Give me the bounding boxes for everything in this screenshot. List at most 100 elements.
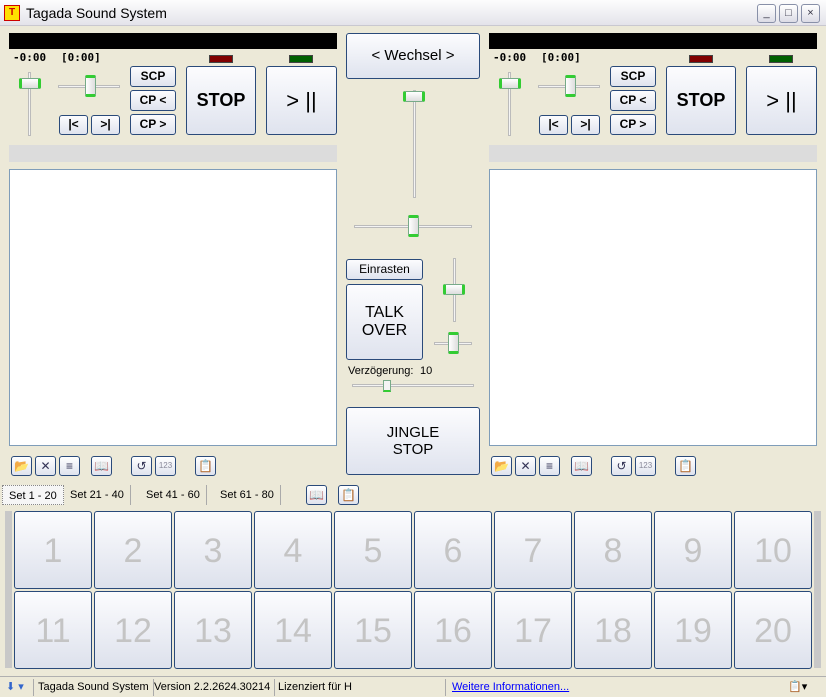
next-button[interactable]: >|: [91, 115, 120, 135]
tab-set-2[interactable]: Set 21 - 40: [64, 485, 131, 505]
talk-over-button[interactable]: TALK OVER: [346, 284, 423, 360]
slider-thumb[interactable]: [383, 380, 391, 392]
jingle-button[interactable]: 8: [574, 511, 652, 589]
title-bar: T Tagada Sound System _ □ ×: [0, 0, 826, 26]
jingle-button[interactable]: 6: [414, 511, 492, 589]
stop-led: [689, 55, 713, 63]
progress-bar: [489, 145, 817, 162]
app-logo-icon: T: [4, 5, 20, 21]
total-time: [0:00]: [541, 51, 581, 64]
jingle-button[interactable]: 2: [94, 511, 172, 589]
stop-button[interactable]: STOP: [666, 66, 736, 135]
slider-thumb[interactable]: [19, 78, 41, 89]
maximize-button[interactable]: □: [779, 4, 798, 23]
window-title: Tagada Sound System: [26, 5, 167, 21]
more-info-link[interactable]: Weitere Informationen...: [448, 679, 573, 696]
crossfade-vertical-slider[interactable]: [413, 90, 416, 198]
tab-set-3[interactable]: Set 41 - 60: [140, 485, 207, 505]
properties-icon[interactable]: 📋: [195, 456, 216, 476]
jingle-button[interactable]: 13: [174, 591, 252, 669]
repeat-icon[interactable]: ↺: [611, 456, 632, 476]
play-led: [769, 55, 793, 63]
minimize-button[interactable]: _: [757, 4, 776, 23]
book-icon[interactable]: 📖: [306, 485, 327, 505]
stop-led: [209, 55, 233, 63]
jingle-stop-button[interactable]: JINGLE STOP: [346, 407, 480, 475]
jingle-button[interactable]: 3: [174, 511, 252, 589]
slider-thumb[interactable]: [565, 75, 576, 97]
download-dropdown-icon[interactable]: ⬇ ▾: [2, 679, 34, 696]
play-pause-button[interactable]: > ||: [266, 66, 337, 135]
close-button[interactable]: ×: [801, 4, 820, 23]
remaining-time: -0:00: [13, 51, 47, 64]
previous-button[interactable]: |<: [59, 115, 88, 135]
repeat-icon[interactable]: ↺: [131, 456, 152, 476]
open-folder-icon[interactable]: 📂: [11, 456, 32, 476]
jingle-button[interactable]: 16: [414, 591, 492, 669]
status-bar: ⬇ ▾ Tagada Sound System Version 2.2.2624…: [0, 676, 826, 697]
status-version: Version 2.2.2624.30214: [150, 679, 276, 696]
scroll-strip: [814, 511, 821, 668]
jingle-button[interactable]: 20: [734, 591, 812, 669]
delete-icon[interactable]: ✕: [515, 456, 536, 476]
tab-set-4[interactable]: Set 61 - 80: [214, 485, 281, 505]
tab-set-1[interactable]: Set 1 - 20: [2, 485, 64, 505]
slider-thumb[interactable]: [85, 75, 96, 97]
delay-slider[interactable]: [352, 384, 474, 387]
jingle-button[interactable]: 5: [334, 511, 412, 589]
delay-label: Verzögerung:: [348, 365, 414, 377]
jingle-button[interactable]: 19: [654, 591, 732, 669]
status-license: Lizenziert für H: [274, 679, 446, 696]
jingle-button[interactable]: 12: [94, 591, 172, 669]
play-led: [289, 55, 313, 63]
cue-point-back-button[interactable]: CP <: [130, 90, 176, 111]
remaining-time: -0:00: [493, 51, 527, 64]
jingle-button[interactable]: 15: [334, 591, 412, 669]
jingle-button[interactable]: 7: [494, 511, 572, 589]
cue-point-forward-button[interactable]: CP >: [610, 114, 656, 135]
total-time: [0:00]: [61, 51, 101, 64]
playlist[interactable]: [489, 169, 817, 446]
jingle-button[interactable]: 17: [494, 591, 572, 669]
stop-button[interactable]: STOP: [186, 66, 256, 135]
slider-thumb[interactable]: [403, 91, 425, 102]
slider-thumb[interactable]: [443, 284, 465, 295]
numbering-icon[interactable]: 123: [155, 456, 176, 476]
list-icon[interactable]: ≡: [59, 456, 80, 476]
book-icon[interactable]: 📖: [91, 456, 112, 476]
jingle-button[interactable]: 10: [734, 511, 812, 589]
scp-button[interactable]: SCP: [610, 66, 656, 87]
status-app: Tagada Sound System: [34, 679, 154, 696]
next-button[interactable]: >|: [571, 115, 600, 135]
numbering-icon[interactable]: 123: [635, 456, 656, 476]
track-display: [489, 33, 817, 49]
open-folder-icon[interactable]: 📂: [491, 456, 512, 476]
properties-icon[interactable]: 📋: [675, 456, 696, 476]
jingle-button[interactable]: 4: [254, 511, 332, 589]
jingle-button[interactable]: 14: [254, 591, 332, 669]
cue-point-forward-button[interactable]: CP >: [130, 114, 176, 135]
jingle-button[interactable]: 18: [574, 591, 652, 669]
einrasten-button[interactable]: Einrasten: [346, 259, 423, 280]
slider-thumb[interactable]: [499, 78, 521, 89]
scp-button[interactable]: SCP: [130, 66, 176, 87]
book-icon[interactable]: 📖: [571, 456, 592, 476]
list-icon[interactable]: ≡: [539, 456, 560, 476]
properties-icon[interactable]: 📋: [338, 485, 359, 505]
settings-dropdown-icon[interactable]: 📋▾: [784, 679, 811, 696]
delete-icon[interactable]: ✕: [35, 456, 56, 476]
wechsel-button[interactable]: < Wechsel >: [346, 33, 480, 79]
track-display: [9, 33, 337, 49]
cue-point-back-button[interactable]: CP <: [610, 90, 656, 111]
delay-value: 10: [420, 365, 433, 377]
play-pause-button[interactable]: > ||: [746, 66, 817, 135]
jingle-button[interactable]: 1: [14, 511, 92, 589]
jingle-button[interactable]: 11: [14, 591, 92, 669]
playlist[interactable]: [9, 169, 337, 446]
slider-thumb[interactable]: [408, 215, 419, 237]
slider-thumb[interactable]: [448, 332, 459, 354]
jingle-button[interactable]: 9: [654, 511, 732, 589]
previous-button[interactable]: |<: [539, 115, 568, 135]
scroll-strip: [5, 511, 12, 668]
progress-bar: [9, 145, 337, 162]
